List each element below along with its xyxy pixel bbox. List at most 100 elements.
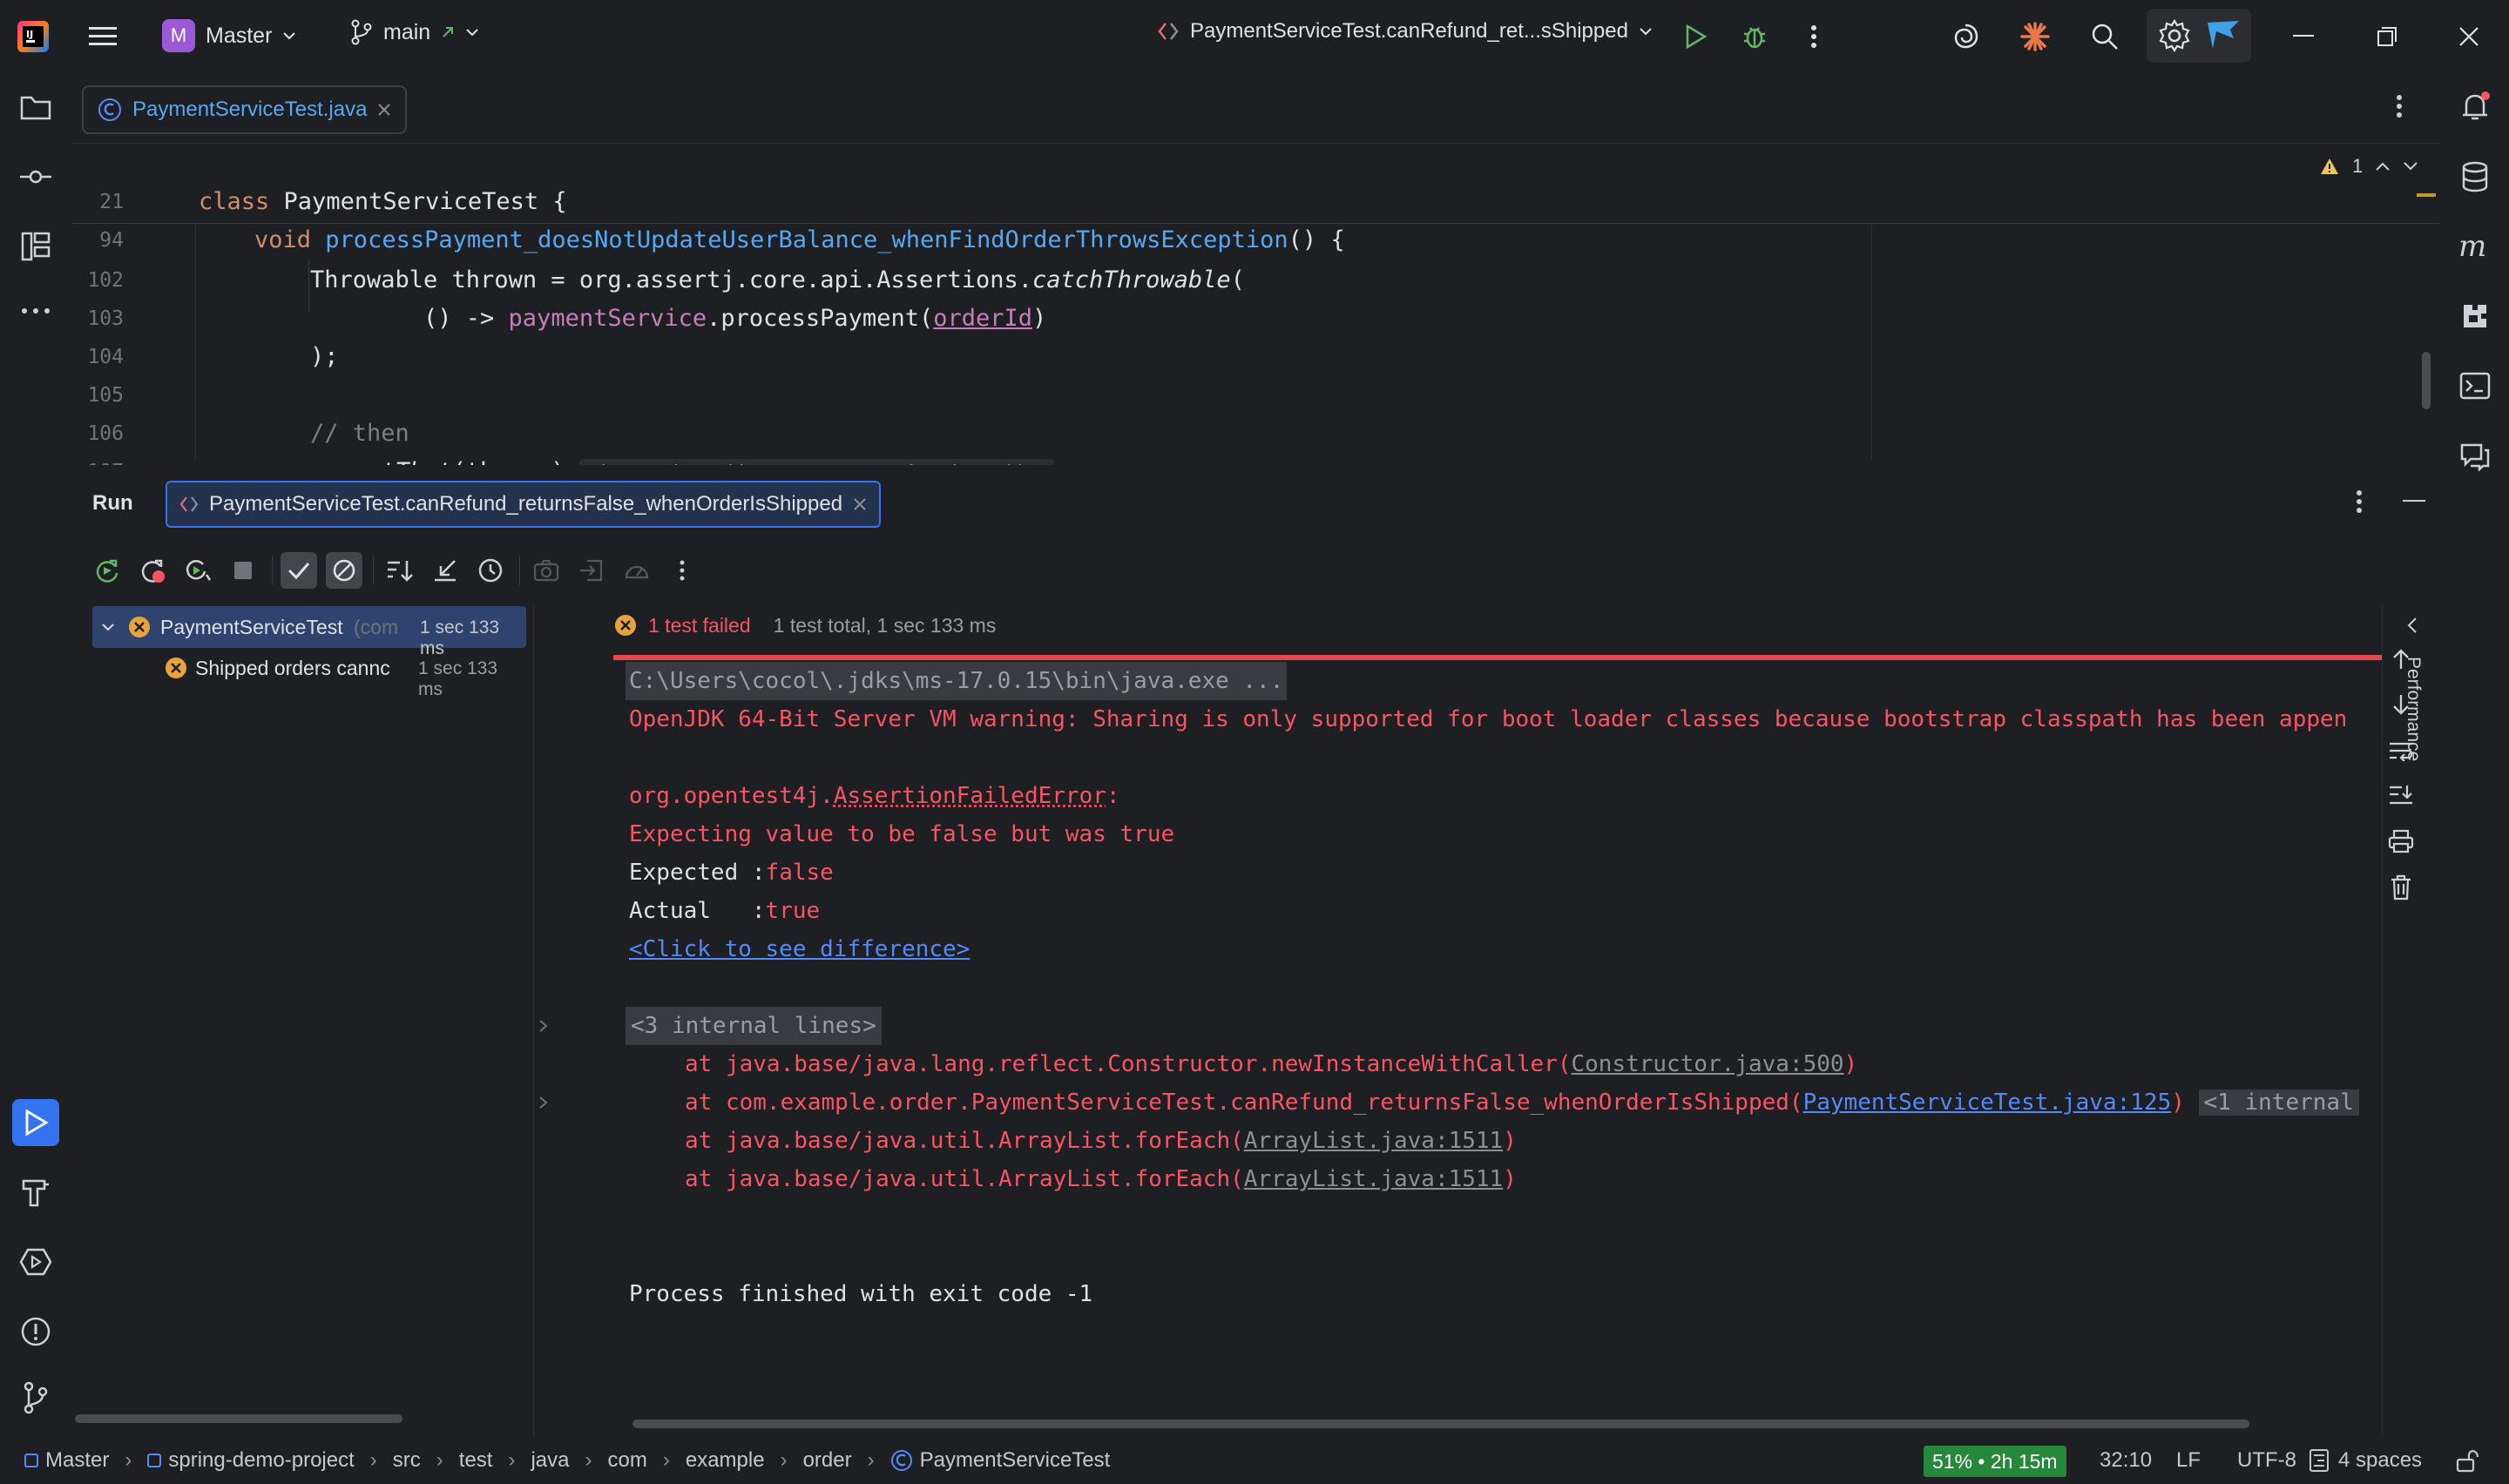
stack-link-arraylist[interactable]: ArrayList.java:1511 [1244,1128,1503,1154]
notifications-button[interactable] [2452,84,2499,131]
run-tool-button[interactable] [12,1099,59,1146]
terminal-tool-button[interactable] [2452,362,2499,409]
more-tools-button[interactable] [12,287,59,334]
test-history-button[interactable] [472,552,509,589]
debug-button[interactable] [1730,12,1779,61]
code-line-105[interactable]: 105 [71,338,128,407]
services-tool-button[interactable] [12,1238,59,1285]
indent-settings[interactable]: 4 spaces [2309,1437,2422,1484]
sort-button[interactable] [382,552,418,589]
hamburger-icon [89,27,117,45]
breadcrumb-item[interactable]: test [459,1448,493,1473]
claude-button[interactable] [2011,12,2059,61]
inspection-widget[interactable]: 1 [2319,155,2418,178]
breadcrumb-item[interactable]: com [608,1448,647,1473]
stack-link-arraylist-2[interactable]: ArrayList.java:1511 [1244,1166,1503,1192]
tree-test-time: 1 sec 133 ms [418,658,498,699]
search-everywhere-button[interactable] [2080,12,2129,61]
readonly-toggle[interactable] [2455,1437,2479,1484]
database-tool-button[interactable] [2452,153,2499,200]
auto-test-icon [186,560,212,581]
app-logo-icon[interactable]: IJ [17,21,49,52]
lock-open-icon [2456,1450,2479,1473]
chevron-right-icon[interactable] [538,1096,549,1110]
close-window-button[interactable] [2445,12,2493,61]
code-line-102[interactable]: 102 Throwable thrown = org.assertj.core.a… [71,223,1244,293]
performance-tab[interactable]: Performance [2403,657,2424,761]
project-selector[interactable]: M Master [162,19,296,52]
breadcrumb-item[interactable]: java [531,1448,569,1473]
build-tool-button[interactable] [12,1169,59,1216]
code-line-103[interactable]: 103() -> paymentService.processPayment(o… [71,261,1046,332]
play-icon [1686,24,1708,50]
run-tool-window: Run PaymentServiceTest.canRefund_returns… [71,465,2439,1437]
editor-tabs-more-button[interactable] [2396,94,2403,118]
internal-lines-fold-2[interactable]: <1 internal [2198,1089,2359,1116]
stack-frame-2: at com.example.order.PaymentServiceTest.… [685,1083,2359,1122]
click-to-see-difference-link[interactable]: <Click to see difference> [629,930,970,968]
show-ignored-toggle[interactable] [326,552,362,589]
chevron-right-icon[interactable] [538,1019,549,1033]
run-button[interactable] [1671,12,1720,61]
toggle-auto-test-button[interactable] [179,552,216,589]
maven-tool-button[interactable]: m [2452,223,2499,270]
rerun-button[interactable] [89,552,125,589]
editor-scrollbar[interactable] [2422,352,2431,409]
run-configuration-selector[interactable]: PaymentServiceTest.canRefund_ret...sShip… [1157,19,1653,44]
project-tool-button[interactable] [12,84,59,131]
toolbar-more-button[interactable] [664,552,700,589]
caret-position[interactable]: 32:10 [2100,1437,2152,1484]
code-line-104[interactable]: 104); [71,300,338,370]
console-text-area[interactable]: C:\Users\cocol\.jdks\ms-17.0.15\bin\java… [535,660,2382,1411]
tree-node-root[interactable]: PaymentServiceTest (com 1 sec 133 ms [92,606,526,658]
breadcrumb-item[interactable]: order [803,1448,852,1473]
restore-button[interactable] [2363,12,2411,61]
stack-link-test[interactable]: PaymentServiceTest.java:125 [1803,1089,2172,1116]
restore-icon [2377,27,2397,46]
collapse-all-button[interactable] [427,552,463,589]
run-tab[interactable]: PaymentServiceTest.canRefund_returnsFals… [166,481,882,528]
hide-run-window-button[interactable] [2403,500,2425,503]
horizontal-dots-icon [22,308,50,314]
close-icon[interactable] [377,103,391,117]
stack-link-constructor[interactable]: Constructor.java:500 [1571,1051,1843,1077]
tree-scrollbar[interactable] [75,1414,402,1423]
more-actions-button[interactable] [1789,12,1838,61]
breadcrumb-item[interactable]: PaymentServiceTest [920,1448,1111,1473]
breadcrumb-item[interactable]: example [686,1448,765,1473]
chevron-left-icon[interactable] [2406,617,2418,634]
problems-tool-button[interactable] [12,1308,59,1355]
breadcrumb-item[interactable]: Master [45,1448,109,1473]
breadcrumb-item[interactable]: src [393,1448,421,1473]
battery-indicator[interactable]: 51% • 2h 15m [1924,1446,2066,1477]
code-line-21[interactable]: 21 class PaymentServiceTest { [71,145,566,215]
internal-lines-fold[interactable]: <3 internal lines> [626,1007,882,1045]
code-line-107[interactable]: 107assertThat(thrown) AbstractThrowableA… [71,415,1054,485]
breadcrumb-item[interactable]: spring-demo-project [168,1448,354,1473]
show-passed-toggle[interactable] [281,552,317,589]
vcs-branch-selector[interactable]: main [350,19,479,45]
stop-icon [234,562,252,579]
commit-tool-button[interactable] [12,153,59,200]
run-options-button[interactable] [2356,489,2363,514]
code-line-94[interactable]: 94 void processPayment_doesNotUpdateUserB… [71,183,1344,253]
ai-chat-tool-button[interactable] [2452,432,2499,479]
file-encoding[interactable]: UTF-8 [2237,1437,2296,1484]
puzzle-icon [2464,305,2486,327]
console-command-line[interactable]: C:\Users\cocol\.jdks\ms-17.0.15\bin\java… [626,662,1288,700]
settings-button[interactable] [2147,9,2251,63]
main-menu-button[interactable] [78,12,127,61]
code-line-106[interactable]: 106// then [71,376,409,447]
plugin-tool-button[interactable] [2452,293,2499,340]
ai-assistant-button[interactable] [1941,12,1990,61]
editor-tab-payment-service-test[interactable]: PaymentServiceTest.java [82,85,408,134]
stop-button[interactable] [225,552,261,589]
git-tool-button[interactable] [12,1374,59,1421]
tree-node-test[interactable]: Shipped orders cannc 1 sec 133 ms [92,648,526,699]
structure-tool-button[interactable] [12,223,59,270]
rerun-failed-button[interactable] [134,552,171,589]
line-separator[interactable]: LF [2176,1437,2201,1484]
minimize-button[interactable] [2279,12,2328,61]
console-horizontal-scrollbar[interactable] [632,1420,2249,1428]
close-icon[interactable] [853,497,867,511]
